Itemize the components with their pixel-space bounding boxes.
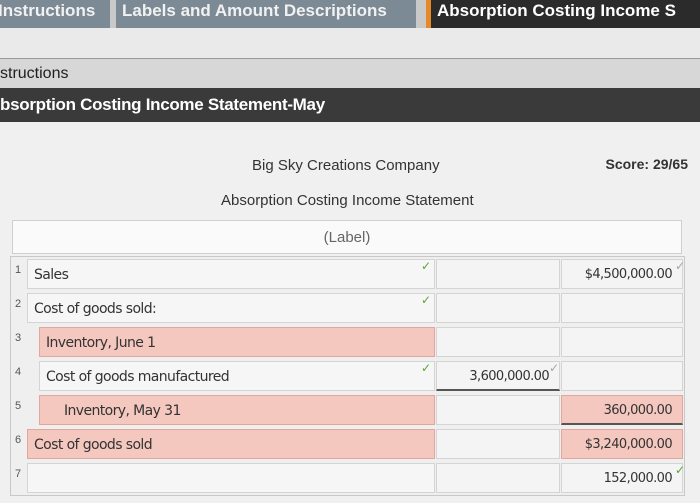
row-number: 4 xyxy=(15,366,22,378)
amount-mid-field[interactable] xyxy=(436,463,560,493)
table-row: 6 Cost of goods sold $3,240,000.00 xyxy=(11,427,684,461)
page-title: bsorption Costing Income Statement-May xyxy=(0,88,700,122)
check-icon: ✓ xyxy=(421,361,432,375)
table-row: 1 Sales ✓ $4,500,000.00 ✓ xyxy=(11,257,686,291)
label-field[interactable]: (Label) xyxy=(12,220,682,254)
check-icon: ✓ xyxy=(421,259,432,273)
amount-right-field[interactable]: $4,500,000.00 xyxy=(561,259,683,289)
table-row: 4 Cost of goods manufactured ✓ 3,600,000… xyxy=(11,359,684,393)
row-number: 5 xyxy=(15,400,22,412)
check-icon: ✓ xyxy=(421,293,432,307)
statement-grid: 1 Sales ✓ $4,500,000.00 ✓ 2 Cost of good… xyxy=(10,256,685,496)
amount-mid-field[interactable]: 3,600,000.00 xyxy=(436,361,560,391)
tab-instructions[interactable]: Instructions xyxy=(0,0,110,28)
row-number: 6 xyxy=(15,434,22,446)
check-icon: ✓ xyxy=(549,361,560,375)
amount-mid-field[interactable] xyxy=(436,395,560,425)
tab-absorption-costing-income-statement[interactable]: Absorption Costing Income S xyxy=(426,0,700,28)
company-name: Big Sky Creations Company xyxy=(252,157,440,174)
check-icon: ✓ xyxy=(675,259,686,273)
row-label-select[interactable]: Cost of goods sold: xyxy=(27,293,435,323)
amount-right-field[interactable] xyxy=(561,327,683,357)
amount-mid-field[interactable] xyxy=(436,259,560,289)
amount-right-field[interactable] xyxy=(561,293,683,323)
table-row: 5 Inventory, May 31 360,000.00 xyxy=(11,393,684,427)
amount-right-field[interactable]: $3,240,000.00 xyxy=(561,429,683,459)
amount-mid-field[interactable] xyxy=(436,429,560,459)
row-label-select[interactable]: Cost of goods manufactured xyxy=(39,361,435,391)
row-label-select[interactable]: Inventory, June 1 xyxy=(39,327,435,357)
row-label-select[interactable]: Cost of goods sold xyxy=(27,429,435,459)
amount-mid-field[interactable] xyxy=(436,293,560,323)
score-display: Score: 29/65 xyxy=(605,156,689,172)
statement-title: Absorption Costing Income Statement xyxy=(221,192,474,209)
amount-right-field[interactable]: 152,000.00 xyxy=(561,463,683,493)
table-row: 3 Inventory, June 1 xyxy=(11,325,684,359)
table-row: 7 152,000.00 ✓ xyxy=(11,461,686,495)
table-row: 2 Cost of goods sold: ✓ xyxy=(11,291,684,325)
row-label-select[interactable]: Inventory, May 31 xyxy=(39,395,435,425)
instructions-link[interactable]: structions xyxy=(0,58,700,88)
row-number: 1 xyxy=(15,264,22,276)
check-icon: ✓ xyxy=(675,463,686,477)
tab-labels-amount-descriptions[interactable]: Labels and Amount Descriptions xyxy=(116,0,416,28)
amount-mid-field[interactable] xyxy=(436,327,560,357)
row-label-select[interactable]: Sales xyxy=(27,259,435,289)
row-number: 2 xyxy=(15,298,22,310)
row-label-select[interactable] xyxy=(27,463,435,493)
row-number: 3 xyxy=(15,332,22,344)
row-number: 7 xyxy=(15,468,22,480)
tab-bar: Instructions Labels and Amount Descripti… xyxy=(0,0,700,28)
amount-right-field[interactable]: 360,000.00 xyxy=(561,395,683,425)
amount-right-field[interactable] xyxy=(561,361,683,391)
